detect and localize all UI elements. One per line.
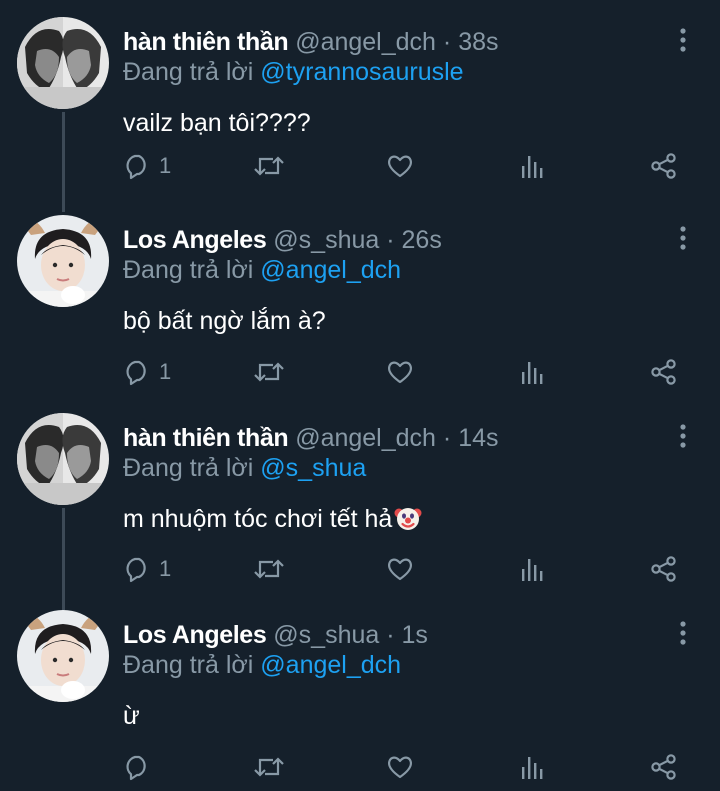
tweet-text: ừ xyxy=(123,702,140,730)
reply-count: 1 xyxy=(159,153,172,178)
tweet-text: bộ bất ngờ lắm à? xyxy=(123,307,326,335)
analytics-icon xyxy=(520,753,544,781)
avatar[interactable] xyxy=(17,610,109,702)
reply-icon xyxy=(123,152,151,180)
heart-icon xyxy=(386,358,414,386)
like-button[interactable] xyxy=(386,747,414,787)
user-handle[interactable]: @angel_dch xyxy=(295,424,436,452)
reply-icon xyxy=(123,358,151,386)
analytics-icon xyxy=(520,152,544,180)
tweet-actions: 1 xyxy=(0,352,720,392)
tweet-text-container: m nhuộm tóc chơi tết hả xyxy=(123,502,422,536)
display-name[interactable]: Los Angeles xyxy=(123,621,267,649)
display-name[interactable]: hàn thiên thần xyxy=(123,424,289,452)
share-button[interactable] xyxy=(650,747,678,787)
tweet-text: m nhuộm tóc chơi tết hả xyxy=(123,505,393,533)
more-vertical-icon[interactable] xyxy=(674,422,692,452)
display-name[interactable]: Los Angeles xyxy=(123,226,267,254)
clown-face-emoji-icon xyxy=(394,504,422,532)
retweet-button[interactable] xyxy=(253,747,285,787)
more-vertical-icon[interactable] xyxy=(674,26,692,56)
like-button[interactable] xyxy=(386,352,414,392)
replying-to-label: Đang trả lời xyxy=(123,651,254,679)
separator-dot: · xyxy=(386,621,395,649)
reply-count: 1 xyxy=(159,359,172,384)
tweet-header: hàn thiên thần @angel_dch · 38s xyxy=(123,24,499,60)
analytics-button[interactable] xyxy=(520,747,544,787)
like-button[interactable] xyxy=(386,549,414,589)
mention-link[interactable]: @angel_dch xyxy=(260,651,401,679)
user-handle[interactable]: @s_shua xyxy=(273,226,379,254)
replying-to: Đang trả lời @tyrannosaurusle xyxy=(123,56,464,88)
reply-button[interactable]: 1 xyxy=(123,146,171,186)
heart-icon xyxy=(386,753,414,781)
tweet-header: Los Angeles @s_shua · 1s xyxy=(123,617,428,653)
heart-icon xyxy=(386,152,414,180)
replying-to-label: Đang trả lời xyxy=(123,454,254,482)
more-vertical-icon[interactable] xyxy=(674,619,692,649)
retweet-icon xyxy=(253,152,285,180)
share-button[interactable] xyxy=(650,352,678,392)
reply-button[interactable]: 1 xyxy=(123,549,171,589)
separator-dot: · xyxy=(442,28,452,56)
tweet-actions: 1 xyxy=(0,549,720,589)
separator-dot: · xyxy=(442,424,452,452)
share-icon xyxy=(650,152,678,180)
timestamp[interactable]: 26s xyxy=(402,226,442,254)
timestamp[interactable]: 1s xyxy=(402,621,428,649)
avatar[interactable] xyxy=(17,215,109,307)
reply-button[interactable]: 1 xyxy=(123,352,171,392)
tweet-header: Los Angeles @s_shua · 26s xyxy=(123,222,442,258)
analytics-icon xyxy=(520,358,544,386)
share-icon xyxy=(650,358,678,386)
replying-to-label: Đang trả lời xyxy=(123,256,254,284)
retweet-button[interactable] xyxy=(253,352,285,392)
retweet-button[interactable] xyxy=(253,146,285,186)
reply-icon xyxy=(123,753,151,781)
reply-count: 1 xyxy=(159,556,172,581)
mention-link[interactable]: @angel_dch xyxy=(260,256,401,284)
share-button[interactable] xyxy=(650,549,678,589)
replying-to: Đang trả lời @angel_dch xyxy=(123,649,401,681)
user-handle[interactable]: @angel_dch xyxy=(295,28,436,56)
replying-to-label: Đang trả lời xyxy=(123,58,254,86)
tweet-actions xyxy=(0,747,720,787)
share-icon xyxy=(650,753,678,781)
separator-dot: · xyxy=(386,226,395,254)
timestamp[interactable]: 14s xyxy=(458,424,498,452)
share-icon xyxy=(650,555,678,583)
analytics-button[interactable] xyxy=(520,352,544,392)
analytics-button[interactable] xyxy=(520,549,544,589)
tweet-actions: 1 xyxy=(0,146,720,186)
timestamp[interactable]: 38s xyxy=(458,28,498,56)
retweet-icon xyxy=(253,753,285,781)
replying-to: Đang trả lời @angel_dch xyxy=(123,254,401,286)
retweet-button[interactable] xyxy=(253,549,285,589)
like-button[interactable] xyxy=(386,146,414,186)
reply-icon xyxy=(123,555,151,583)
analytics-icon xyxy=(520,555,544,583)
avatar[interactable] xyxy=(17,413,109,505)
analytics-button[interactable] xyxy=(520,146,544,186)
share-button[interactable] xyxy=(650,146,678,186)
tweet-text: vailz bạn tôi???? xyxy=(123,109,311,137)
heart-icon xyxy=(386,555,414,583)
mention-link[interactable]: @s_shua xyxy=(260,454,366,482)
retweet-icon xyxy=(253,555,285,583)
reply-button[interactable] xyxy=(123,747,159,787)
retweet-icon xyxy=(253,358,285,386)
mention-link[interactable]: @tyrannosaurusle xyxy=(260,58,463,86)
user-handle[interactable]: @s_shua xyxy=(273,621,379,649)
tweet-header: hàn thiên thần @angel_dch · 14s xyxy=(123,420,499,456)
more-vertical-icon[interactable] xyxy=(674,224,692,254)
replying-to: Đang trả lời @s_shua xyxy=(123,452,366,484)
avatar[interactable] xyxy=(17,17,109,109)
display-name[interactable]: hàn thiên thần xyxy=(123,28,289,56)
